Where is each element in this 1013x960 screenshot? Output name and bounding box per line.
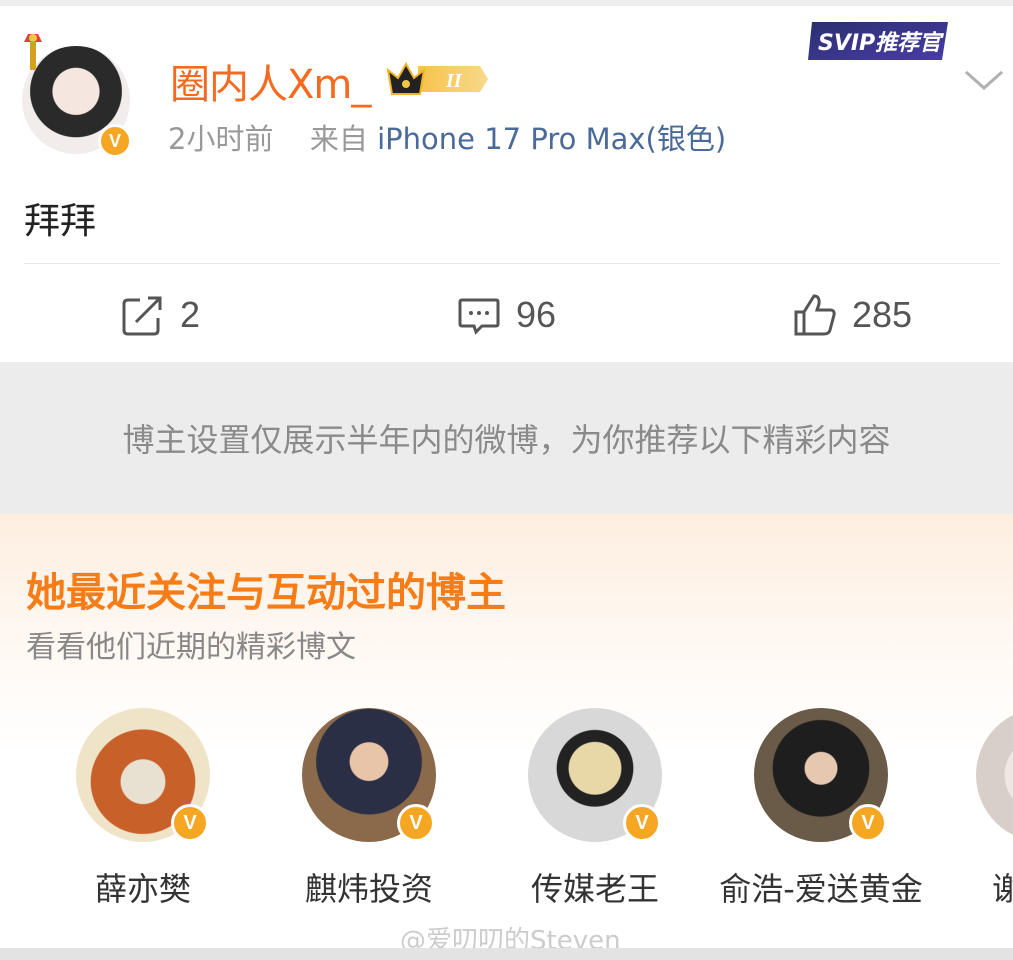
post-meta: 2小时前 来自 iPhone 17 Pro Max(银色) bbox=[168, 116, 726, 158]
verified-badge: V bbox=[171, 804, 209, 842]
verified-badge: V bbox=[849, 804, 887, 842]
post-text: 拜拜 bbox=[24, 201, 97, 242]
recommend-subtitle: 看看他们近期的精彩博文 bbox=[26, 630, 356, 665]
repost-count: 2 bbox=[180, 294, 201, 335]
blogger-name[interactable]: 谢 bbox=[992, 864, 1013, 910]
torch-decoration-icon bbox=[24, 34, 42, 70]
comment-icon bbox=[458, 298, 500, 335]
blogger-card[interactable]: 谢 bbox=[932, 708, 1013, 918]
post-time: 2小时前 bbox=[168, 122, 274, 156]
recommend-title: 她最近关注与互动过的博主 bbox=[26, 570, 506, 616]
blogger-name[interactable]: 麒炜投资 bbox=[254, 864, 484, 910]
blogger-name[interactable]: 俞浩-爱送黄金 bbox=[706, 864, 936, 910]
comment-count: 96 bbox=[516, 294, 557, 335]
author-username[interactable]: 圈内人Xm_ bbox=[170, 52, 371, 110]
blogger-name[interactable]: 传媒老王 bbox=[480, 864, 710, 910]
recommend-section: 她最近关注与互动过的博主 看看他们近期的精彩博文 V 薛亦樊 V 麒炜投资 V … bbox=[0, 514, 1013, 954]
svg-text:SVIP推荐官: SVIP推荐官 bbox=[818, 30, 944, 56]
level-crown-badge-icon: II bbox=[386, 61, 488, 95]
blogger-avatar[interactable] bbox=[976, 708, 1013, 842]
blogger-name[interactable]: 薛亦樊 bbox=[28, 864, 258, 910]
comment-button[interactable]: 96 bbox=[456, 290, 556, 340]
like-button[interactable]: 285 bbox=[792, 290, 912, 340]
repost-button[interactable]: 2 bbox=[120, 290, 200, 340]
svg-text:II: II bbox=[445, 70, 463, 92]
share-icon bbox=[122, 296, 162, 336]
visibility-notice: 博主设置仅展示半年内的微博，为你推荐以下精彩内容 bbox=[0, 362, 1013, 514]
source-prefix: 来自 bbox=[309, 122, 368, 156]
blogger-card[interactable]: V 麒炜投资 bbox=[254, 708, 484, 918]
chevron-down-icon[interactable] bbox=[962, 64, 1006, 94]
blogger-card[interactable]: V 俞浩-爱送黄金 bbox=[706, 708, 936, 918]
like-count: 285 bbox=[852, 294, 913, 335]
verified-badge: V bbox=[623, 804, 661, 842]
svip-recommender-badge: SVIP推荐官 bbox=[808, 22, 948, 60]
blogger-card[interactable]: V 传媒老王 bbox=[480, 708, 710, 918]
blogger-card[interactable]: V 薛亦樊 bbox=[28, 708, 258, 918]
verified-badge: V bbox=[397, 804, 435, 842]
divider bbox=[24, 263, 1000, 264]
author-verified-badge: V bbox=[98, 124, 132, 158]
thumbs-up-icon bbox=[794, 294, 836, 336]
post-card: V 圈内人Xm_ II 2小时前 来自 iPhone 17 Pro Max(银色… bbox=[0, 6, 1013, 362]
bottom-bar bbox=[0, 948, 1013, 960]
source-device[interactable]: iPhone 17 Pro Max(银色) bbox=[377, 122, 726, 156]
